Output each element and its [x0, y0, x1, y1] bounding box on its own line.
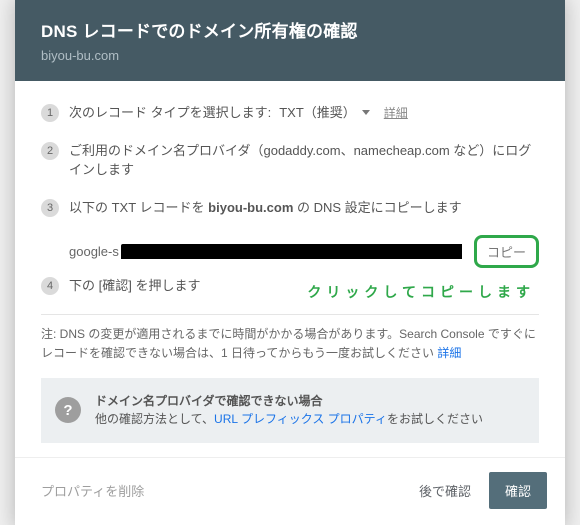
detail-link[interactable]: 詳細: [384, 104, 408, 122]
dialog-title: DNS レコードでのドメイン所有権の確認: [41, 17, 539, 42]
copy-callout: クリックしてコピーします: [307, 282, 535, 302]
step-number: 3: [41, 199, 59, 217]
txt-record-prefix: google-s: [69, 244, 119, 259]
record-type-value: TXT（推奨）: [279, 103, 356, 123]
dialog-subtitle: biyou-bu.com: [41, 48, 539, 63]
verify-dns-dialog: DNS レコードでのドメイン所有権の確認 biyou-bu.com 1 次のレコ…: [15, 0, 565, 525]
copy-button[interactable]: コピー: [474, 235, 539, 268]
step-3: 3 以下の TXT レコードを biyou-bu.com の DNS 設定にコピ…: [41, 198, 539, 218]
step-number: 2: [41, 142, 59, 160]
confirm-button[interactable]: 確認: [489, 472, 547, 509]
chevron-down-icon: [362, 110, 370, 115]
footer-actions: 後で確認 確認: [409, 472, 547, 509]
info-title: ドメイン名プロバイダで確認できない場合: [95, 392, 483, 411]
step-number: 1: [41, 104, 59, 122]
dns-note: 注: DNS の変更が適用されるまでに時間がかかる場合があります。Search …: [41, 314, 539, 363]
step-1: 1 次のレコード タイプを選択します: TXT（推奨） 詳細: [41, 103, 539, 123]
txt-record-value[interactable]: google-s: [69, 244, 462, 259]
question-icon: ?: [55, 397, 81, 423]
step-2: 2 ご利用のドメイン名プロバイダ（godaddy.com、namecheap.c…: [41, 141, 539, 180]
step-3-domain: biyou-bu.com: [208, 200, 293, 215]
info-text: ドメイン名プロバイダで確認できない場合 他の確認方法として、URL プレフィック…: [95, 392, 483, 429]
txt-record-row: google-s コピー: [69, 235, 539, 268]
record-type-select[interactable]: TXT（推奨）: [279, 103, 370, 123]
verify-later-button[interactable]: 後で確認: [409, 473, 481, 508]
step-number: 4: [41, 277, 59, 295]
dialog-header: DNS レコードでのドメイン所有権の確認 biyou-bu.com: [15, 0, 565, 81]
step-1-text: 次のレコード タイプを選択します: TXT（推奨） 詳細: [69, 103, 408, 123]
note-detail-link[interactable]: 詳細: [437, 346, 461, 360]
step-3-suffix: の DNS 設定にコピーします: [293, 200, 461, 215]
step-3-text: 以下の TXT レコードを biyou-bu.com の DNS 設定にコピーし…: [69, 198, 462, 218]
url-prefix-link[interactable]: URL プレフィックス プロパティ: [214, 412, 387, 426]
note-text: 注: DNS の変更が適用されるまでに時間がかかる場合があります。Search …: [41, 327, 536, 360]
dialog-body: 1 次のレコード タイプを選択します: TXT（推奨） 詳細 2 ご利用のドメイ…: [15, 81, 565, 457]
step-4: 4 下の [確認] を押します: [41, 276, 297, 296]
step-4-text: 下の [確認] を押します: [69, 276, 200, 296]
delete-property-link[interactable]: プロパティを削除: [41, 481, 144, 500]
dialog-footer: プロパティを削除 後で確認 確認: [15, 457, 565, 525]
step-1-label: 次のレコード タイプを選択します:: [69, 103, 271, 123]
info-body-a: 他の確認方法として、: [95, 412, 214, 426]
redaction-bar: [121, 244, 462, 259]
step-3-prefix: 以下の TXT レコードを: [69, 200, 208, 215]
info-body-b: をお試しください: [387, 412, 483, 426]
info-box: ? ドメイン名プロバイダで確認できない場合 他の確認方法として、URL プレフィ…: [41, 378, 539, 443]
step-2-text: ご利用のドメイン名プロバイダ（godaddy.com、namecheap.com…: [69, 141, 539, 180]
